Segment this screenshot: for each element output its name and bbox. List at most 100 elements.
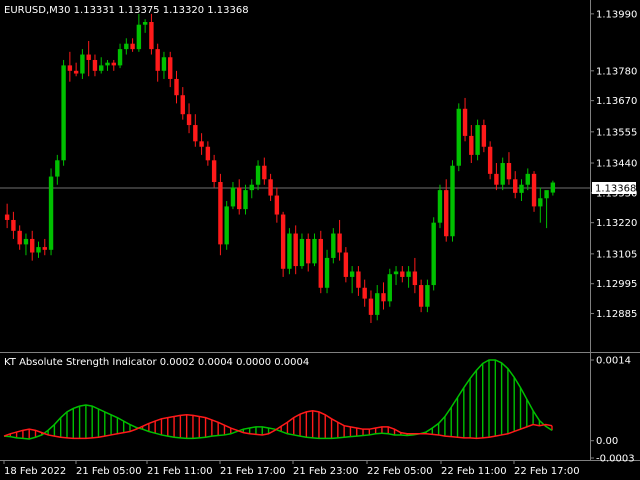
candle-body bbox=[224, 206, 229, 245]
candle-body bbox=[142, 22, 148, 25]
candle-body bbox=[513, 179, 518, 193]
candle-body bbox=[343, 252, 349, 277]
candle-body bbox=[11, 219, 16, 231]
candle-body bbox=[268, 179, 273, 196]
candle-body bbox=[318, 238, 323, 288]
candle-body bbox=[331, 233, 336, 258]
candle-body bbox=[218, 182, 223, 245]
candle-body bbox=[525, 173, 530, 185]
price-tick-label: 1.13990 bbox=[596, 9, 637, 20]
price-panel[interactable]: EURUSD,M30 1.13331 1.13375 1.13320 1.133… bbox=[0, 0, 590, 352]
candle-body bbox=[99, 65, 104, 71]
candle-body bbox=[23, 238, 29, 245]
candle-body bbox=[262, 165, 267, 180]
candle-body bbox=[450, 165, 455, 237]
trading-chart[interactable]: EURUSD,M30 1.13331 1.13375 1.13320 1.133… bbox=[0, 0, 640, 480]
candle-body bbox=[205, 146, 211, 161]
candle-body bbox=[293, 233, 298, 267]
candle-body bbox=[456, 108, 461, 166]
candle-body bbox=[243, 190, 248, 210]
candle-body bbox=[375, 293, 380, 315]
price-tick-label: 1.13555 bbox=[596, 127, 637, 138]
price-tick-label: 1.13670 bbox=[596, 96, 637, 107]
candle-body bbox=[80, 54, 85, 74]
candle-body bbox=[105, 62, 110, 66]
current-price-marker: 1.13368 bbox=[592, 182, 636, 195]
candle-body bbox=[42, 247, 47, 250]
price-tick-label: 1.12995 bbox=[596, 279, 637, 290]
candle-body bbox=[506, 163, 512, 180]
candle-body bbox=[149, 22, 154, 50]
candle-body bbox=[17, 230, 22, 245]
candle-body bbox=[538, 198, 543, 207]
candle-body bbox=[550, 182, 556, 193]
candle-body bbox=[230, 187, 236, 207]
candle-body bbox=[92, 59, 98, 71]
candle-body bbox=[481, 125, 487, 147]
candle-body bbox=[73, 70, 79, 74]
candle-body bbox=[155, 49, 160, 71]
candle-body bbox=[431, 222, 436, 286]
price-tick-label: 1.13440 bbox=[596, 159, 637, 170]
candle-body bbox=[249, 184, 254, 191]
time-tick-label: 22 Feb 05:00 bbox=[367, 466, 433, 477]
candle-body bbox=[544, 190, 549, 199]
candle-body bbox=[130, 43, 135, 50]
histogram-group bbox=[3, 359, 553, 440]
candle-body bbox=[67, 65, 73, 71]
candle-body bbox=[362, 287, 367, 299]
candle-body bbox=[312, 238, 317, 264]
candle-body bbox=[475, 125, 480, 155]
time-tick-label: 21 Feb 05:00 bbox=[76, 466, 142, 477]
time-tick-label: 21 Feb 11:00 bbox=[147, 466, 213, 477]
candle-body bbox=[193, 125, 198, 142]
candle-body bbox=[111, 62, 116, 66]
candle-body bbox=[349, 271, 355, 277]
candle-body bbox=[393, 271, 399, 275]
candle-body bbox=[487, 146, 493, 174]
candle-body bbox=[324, 257, 330, 288]
time-tick-label: 21 Feb 23:00 bbox=[293, 466, 359, 477]
candle-body bbox=[437, 190, 443, 223]
candle-body bbox=[494, 173, 499, 185]
indicator-tick-label: -0.0003 bbox=[596, 454, 635, 465]
candle-body bbox=[337, 233, 342, 253]
symbol-header: EURUSD,M30 1.13331 1.13375 1.13320 1.133… bbox=[4, 5, 249, 16]
candle-body bbox=[255, 165, 261, 185]
candle-body bbox=[356, 271, 361, 288]
candle-body bbox=[418, 285, 424, 307]
indicator-tick-label: 0.00 bbox=[596, 436, 618, 447]
indicator-header: KT Absolute Strength Indicator 0.0002 0.… bbox=[4, 357, 309, 368]
candle-body bbox=[199, 141, 204, 147]
candle-body bbox=[124, 43, 129, 50]
price-scale[interactable]: 1.13990 1.13780 1.13670 1.13555 1.13440 1.133… bbox=[590, 9, 637, 320]
candle-body bbox=[381, 293, 386, 302]
price-tick-label: 1.13780 bbox=[596, 66, 637, 77]
candle-body bbox=[55, 160, 60, 177]
candle-body bbox=[425, 285, 430, 307]
candle-body bbox=[287, 233, 292, 269]
candle-body bbox=[186, 114, 192, 126]
candle-body bbox=[237, 187, 242, 210]
candle-body bbox=[211, 160, 217, 182]
candle-body bbox=[462, 108, 468, 136]
time-scale[interactable]: 18 Feb 2022 21 Feb 05:00 21 Feb 11:00 21 Fe… bbox=[3, 460, 580, 477]
candle-body bbox=[174, 78, 179, 96]
candle-body bbox=[531, 173, 537, 207]
indicator-tick-label: 0.0014 bbox=[596, 356, 631, 367]
indicator-scale[interactable]: 0.0014 0.00 -0.0003 bbox=[590, 356, 635, 465]
candle-body bbox=[368, 298, 374, 315]
candle-body bbox=[86, 54, 91, 60]
price-tick-label: 1.12885 bbox=[596, 309, 637, 320]
time-tick-label: 18 Feb 2022 bbox=[4, 466, 66, 477]
candle-body bbox=[36, 247, 41, 253]
candle-body bbox=[180, 95, 185, 115]
candle-body bbox=[4, 214, 10, 220]
candle-body bbox=[161, 57, 167, 71]
time-tick-label: 21 Feb 17:00 bbox=[220, 466, 286, 477]
price-tick-label: 1.13220 bbox=[596, 218, 637, 229]
indicator-panel[interactable]: KT Absolute Strength Indicator 0.0002 0.… bbox=[3, 357, 553, 440]
candle-body bbox=[30, 238, 35, 253]
candle-body bbox=[274, 195, 280, 215]
candle-body bbox=[500, 163, 505, 185]
